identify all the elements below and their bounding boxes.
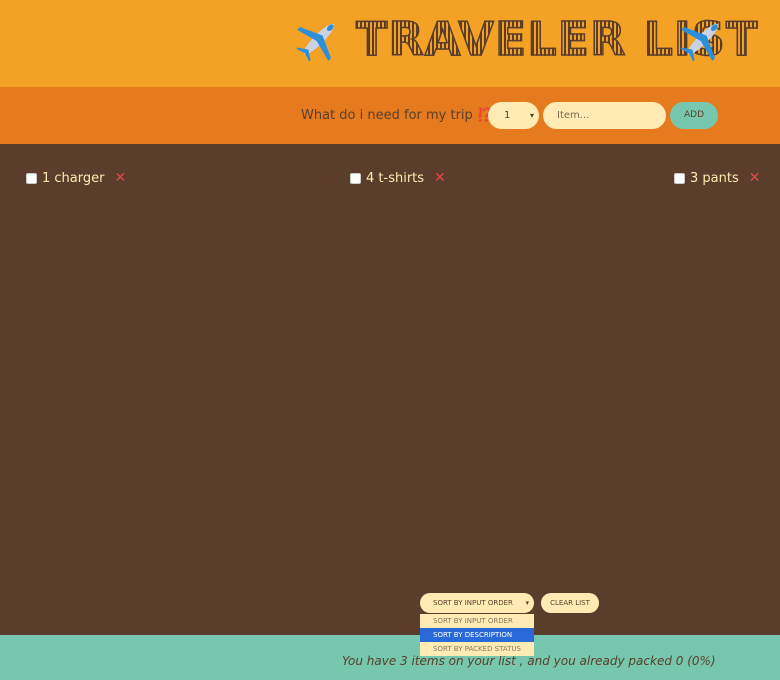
airplane-icon	[296, 23, 335, 62]
sort-option-description[interactable]: SORT BY DESCRIPTION	[420, 628, 534, 642]
item-label: 1 charger	[42, 170, 105, 186]
chevron-down-icon: ▾	[525, 599, 529, 607]
form-question-text: What do i need for my trip ⁉️	[301, 108, 494, 123]
delete-icon[interactable]: ✕	[749, 170, 761, 186]
delete-icon[interactable]: ✕	[114, 170, 126, 186]
delete-icon[interactable]: ✕	[434, 170, 446, 186]
item-input-placeholder: Item...	[557, 110, 590, 121]
list-item: 1 charger ✕	[26, 168, 126, 188]
item-input[interactable]: Item...	[543, 102, 666, 129]
header: TRAVELER LIST	[0, 0, 780, 87]
item-label: 3 pants	[690, 170, 739, 186]
list-item: 3 pants ✕	[674, 168, 760, 188]
add-button[interactable]: ADD	[670, 102, 718, 129]
form-question: What do i need for my trip ⁉️	[301, 107, 514, 123]
sort-selected-value: SORT BY INPUT ORDER	[433, 599, 513, 607]
stats-footer: You have 3 items on your list , and you …	[0, 635, 780, 680]
quantity-value: 1	[504, 110, 511, 121]
add-item-form: What do i need for my trip ⁉️ 1 ▾ Item..…	[0, 87, 780, 144]
sort-option-input-order[interactable]: SORT BY INPUT ORDER	[420, 614, 534, 628]
packed-checkbox[interactable]	[26, 172, 37, 184]
sort-select[interactable]: SORT BY INPUT ORDER ▾	[420, 593, 534, 613]
packed-checkbox[interactable]	[674, 172, 685, 184]
stats-text: You have 3 items on your list , and you …	[342, 654, 716, 668]
list-item: 4 t-shirts ✕	[350, 168, 446, 188]
sort-dropdown: SORT BY INPUT ORDER SORT BY DESCRIPTION …	[420, 614, 534, 656]
sort-option-packed-status[interactable]: SORT BY PACKED STATUS	[420, 642, 534, 656]
clear-list-button[interactable]: CLEAR LIST	[541, 593, 599, 613]
airplane-icon	[680, 23, 719, 62]
quantity-select[interactable]: 1 ▾	[488, 102, 539, 129]
packed-checkbox[interactable]	[350, 172, 361, 184]
chevron-down-icon: ▾	[529, 111, 534, 120]
item-label: 4 t-shirts	[366, 170, 425, 186]
